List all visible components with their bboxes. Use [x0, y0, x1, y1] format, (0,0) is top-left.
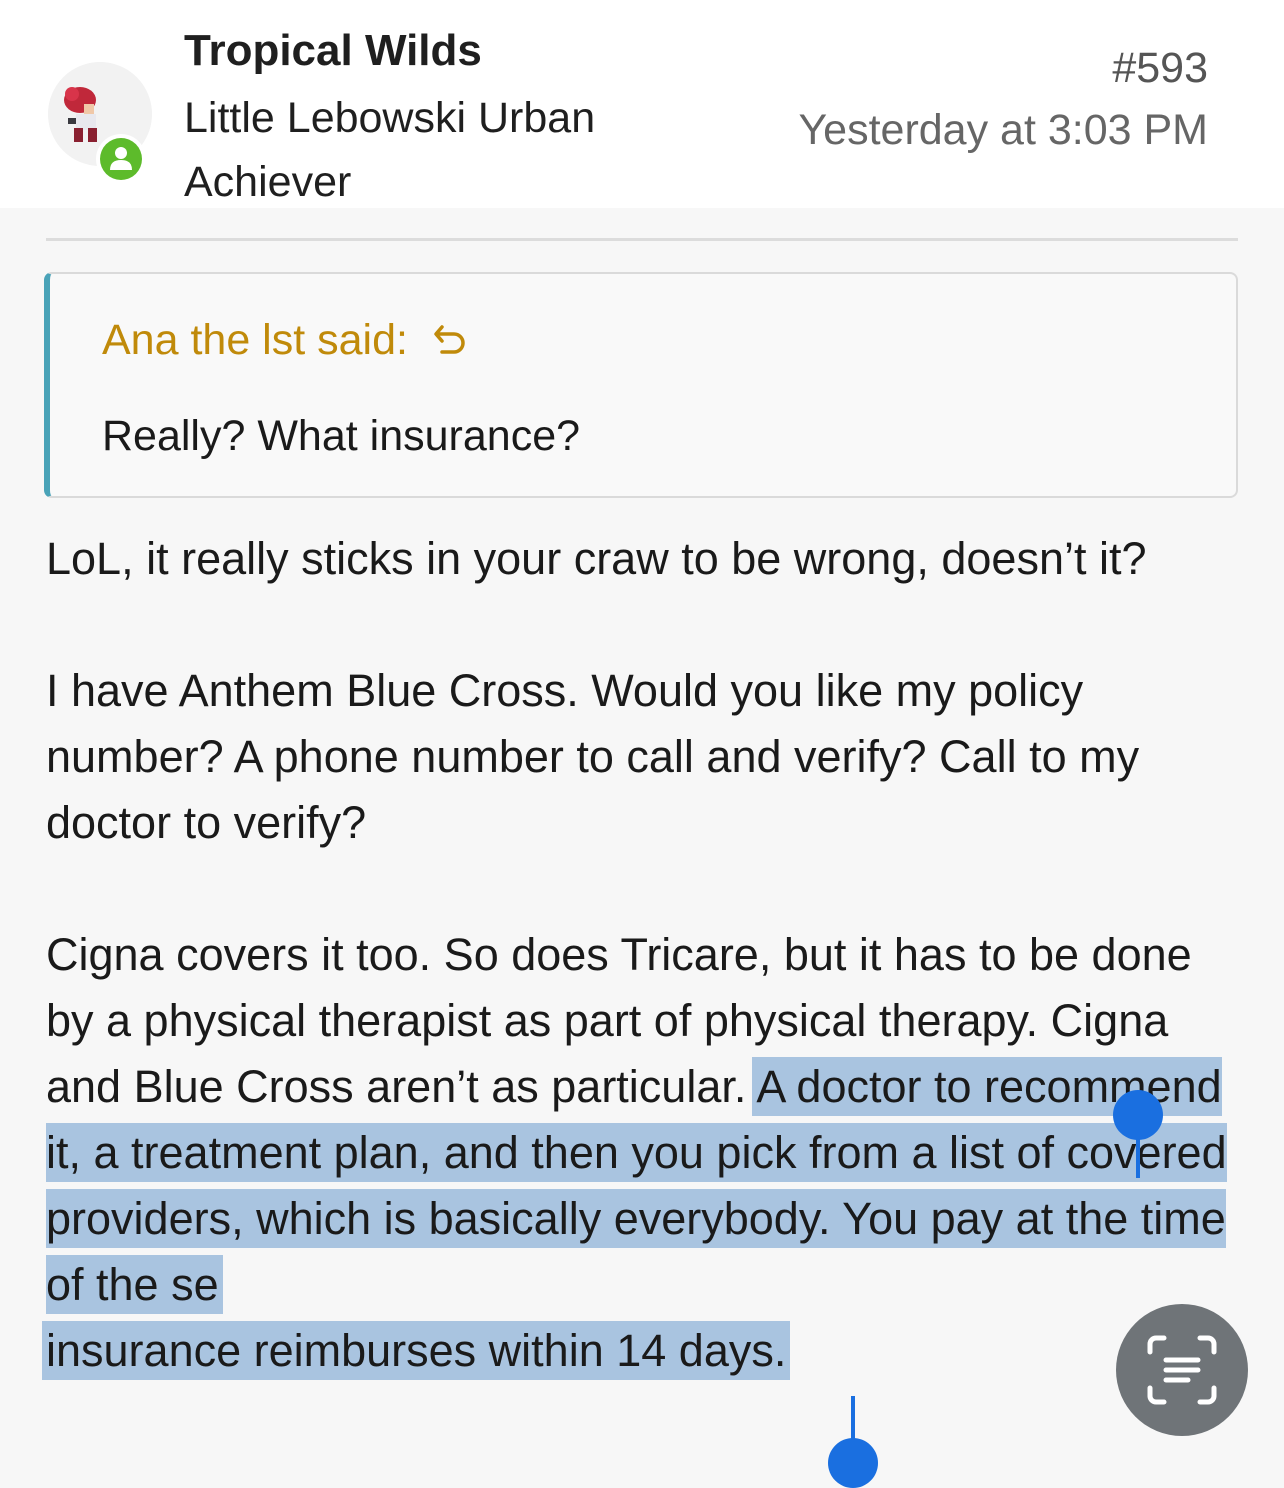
- quote-block: Ana the lst said: Really? What insurance…: [44, 272, 1238, 498]
- reply-arrow-icon[interactable]: [430, 321, 470, 361]
- online-status-badge: [96, 134, 146, 184]
- live-text-scan-icon: [1147, 1335, 1217, 1405]
- body-paragraph: LoL, it really sticks in your craw to be…: [46, 533, 1147, 584]
- post-body: LoL, it really sticks in your craw to be…: [46, 526, 1246, 1450]
- body-paragraph: I have Anthem Blue Cross. Would you like…: [46, 665, 1140, 848]
- live-text-button[interactable]: [1116, 1304, 1248, 1436]
- selection-start-handle[interactable]: [1113, 1090, 1163, 1140]
- post-header: Tropical Wilds Little Lebowski Urban Ach…: [0, 0, 1284, 208]
- selected-text-end[interactable]: insurance reimburses within 14 days.: [46, 1325, 787, 1376]
- online-status-icon: [110, 147, 132, 170]
- quote-attribution[interactable]: Ana the lst said:: [102, 316, 470, 365]
- user-title: Little Lebowski Urban Achiever: [184, 94, 596, 206]
- post-username[interactable]: Tropical Wilds: [184, 26, 482, 76]
- quote-text: Really? What insurance?: [102, 412, 581, 460]
- post-number-link[interactable]: #593: [1112, 44, 1208, 93]
- body-paragraph: Cigna covers it too. So does Tricare, bu…: [46, 922, 1246, 1384]
- selection-end-handle[interactable]: [828, 1438, 878, 1488]
- quote-attribution-label: Ana the lst said:: [102, 316, 408, 364]
- header-divider: [46, 238, 1238, 241]
- post-timestamp[interactable]: Yesterday at 3:03 PM: [798, 106, 1208, 155]
